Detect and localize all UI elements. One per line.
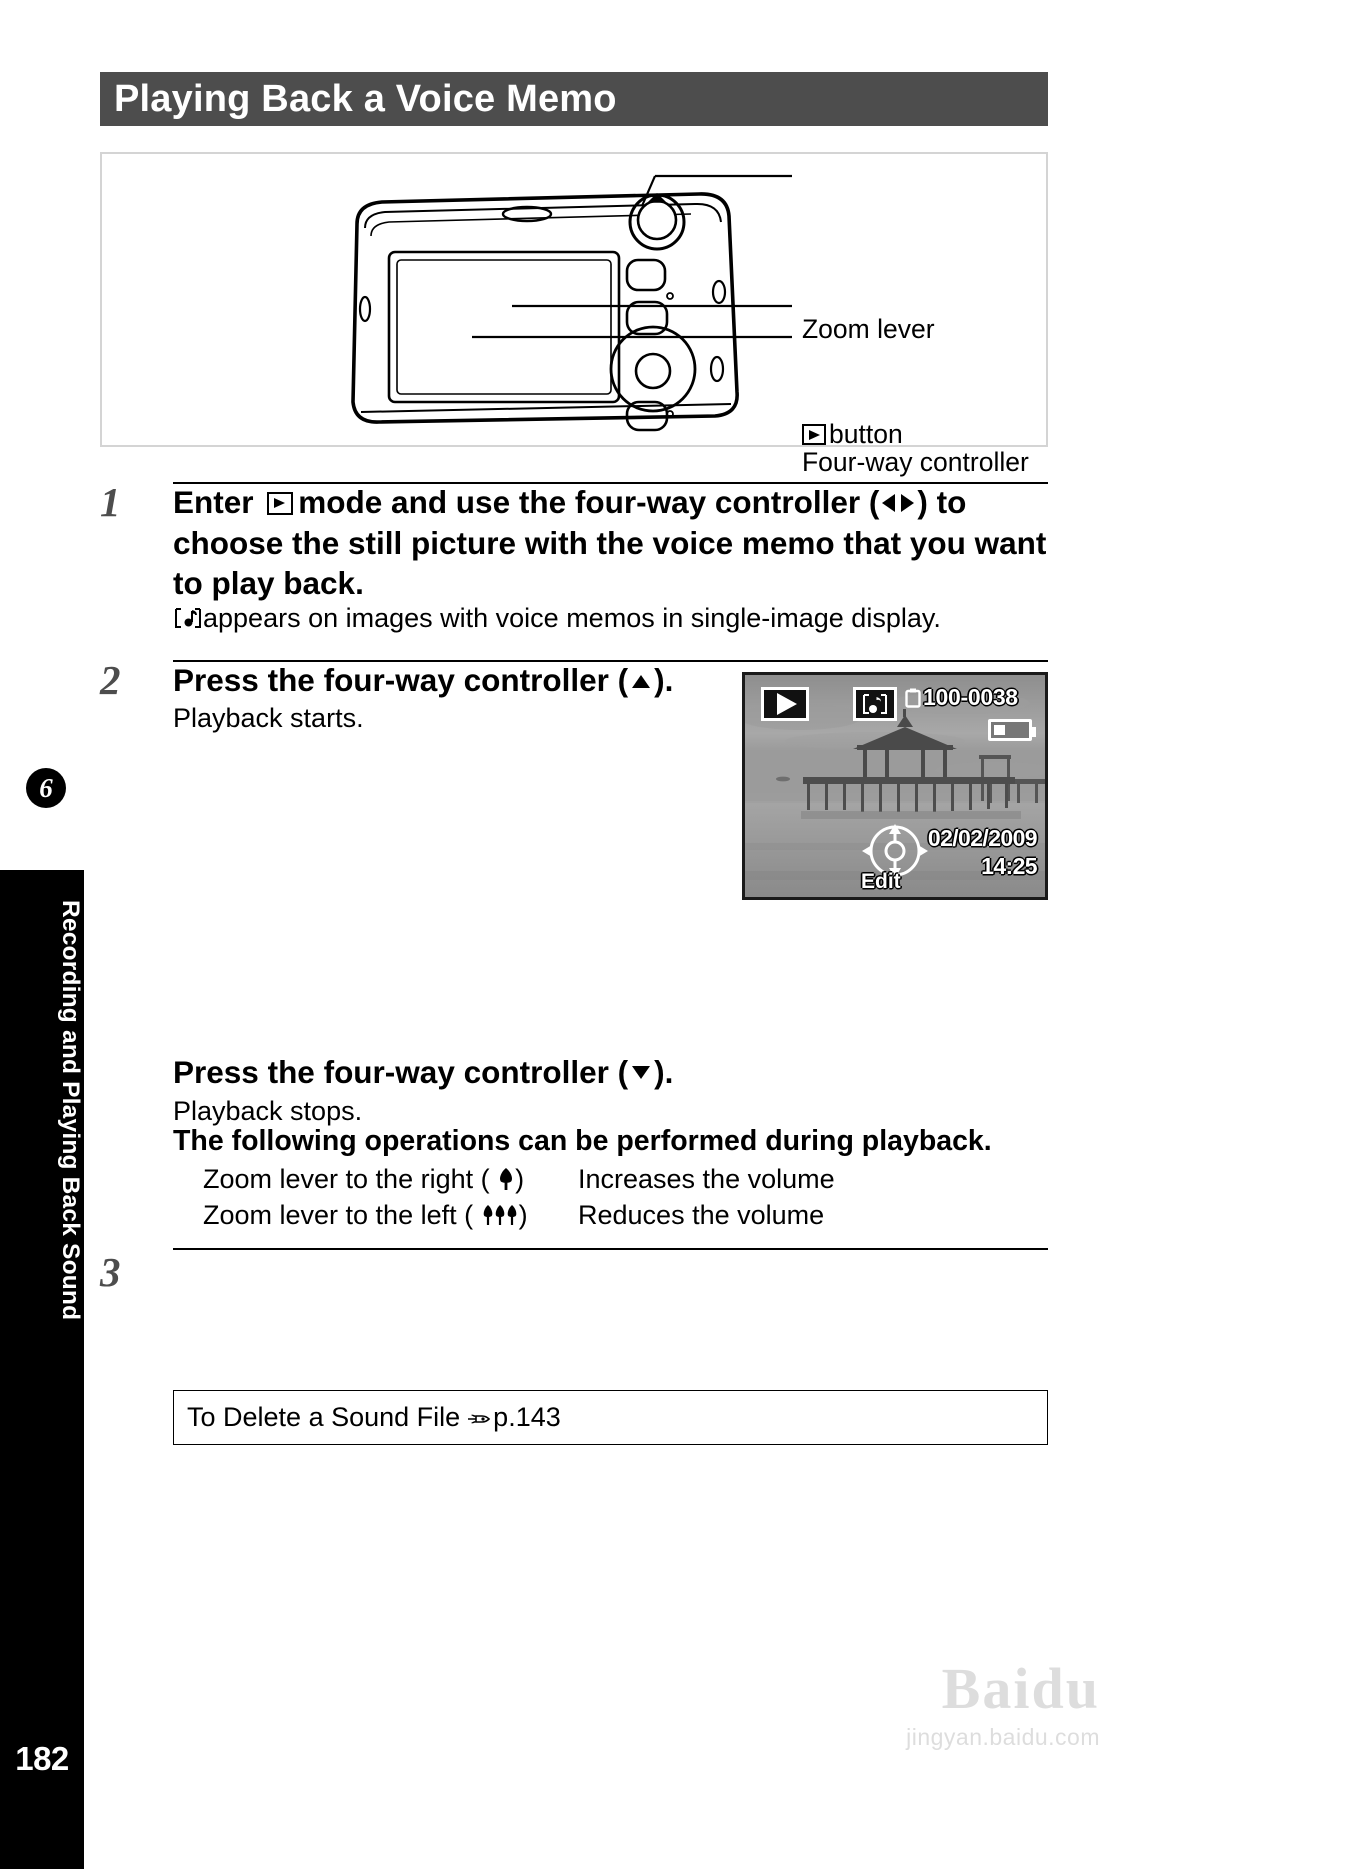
lcd-preview: 100-0038 Edit 02/02/2009 14:25 <box>742 672 1048 900</box>
battery-fill <box>994 725 1005 735</box>
up-arrow-icon <box>632 675 651 688</box>
playback-icon <box>802 424 826 445</box>
step2-text-a: Press the four-way controller ( <box>173 662 629 698</box>
camera-figure: Zoom lever button Four-way controller <box>100 152 1048 477</box>
step-3-body: Playback stops. <box>173 1096 363 1126</box>
callout-four-way-controller: Four-way controller <box>802 447 1029 477</box>
step-2-heading: Press the four-way controller (). <box>173 660 673 701</box>
chapter-number-badge: 6 <box>26 768 66 808</box>
step3-text-a: Press the four-way controller ( <box>173 1054 629 1090</box>
voice-memo-icon <box>173 604 203 630</box>
step-2-number: 2 <box>100 657 121 703</box>
callout-playback-button: button <box>802 419 903 450</box>
right-arrow-icon <box>901 494 915 512</box>
lcd-file-number-text: 100-0038 <box>923 684 1018 710</box>
step-1-heading: Enter mode and use the four-way controll… <box>173 482 1053 604</box>
op2-label-post: ) <box>518 1200 528 1230</box>
manual-page: 6 Recording and Playing Back Sound 182 P… <box>0 0 1361 1869</box>
lcd-voice-memo-icon <box>853 687 897 721</box>
page-number: 182 <box>15 1740 69 1777</box>
step2-text-b: ). <box>654 662 674 698</box>
playback-icon <box>267 492 294 515</box>
op1-label-pre: Zoom lever to the right ( <box>203 1164 490 1194</box>
callout-playback-label: button <box>829 419 903 449</box>
operation-row-1-label: Zoom lever to the right ( ) <box>203 1164 524 1195</box>
step3-rule <box>173 1248 1048 1250</box>
op2-label-pre: Zoom lever to the left ( <box>203 1200 474 1230</box>
step3-text-b: ). <box>654 1054 674 1090</box>
operation-row-2-label: Zoom lever to the left ( ) <box>203 1200 528 1231</box>
step-1-number: 1 <box>100 479 121 525</box>
wide-angle-trees-icon <box>483 1205 516 1225</box>
operations-heading: The following operations can be performe… <box>173 1125 992 1157</box>
callout-zoom-lever: Zoom lever <box>802 314 935 344</box>
operation-row-2-action: Reduces the volume <box>578 1200 825 1230</box>
chapter-title-vertical: Recording and Playing Back Sound <box>57 900 84 1321</box>
reference-text-pre: To Delete a Sound File <box>187 1402 461 1432</box>
step-1-body: appears on images with voice memos in si… <box>173 600 1053 636</box>
op1-label-post: ) <box>515 1164 525 1194</box>
lcd-edit-label: Edit <box>861 870 901 893</box>
reference-box: To Delete a Sound File p.143 <box>173 1390 1048 1445</box>
reference-text-post: p.143 <box>493 1402 561 1432</box>
watermark-sub: jingyan.baidu.com <box>906 1724 1100 1750</box>
page-title-banner: Playing Back a Voice Memo <box>100 72 1048 126</box>
operation-row-1-action: Increases the volume <box>578 1164 835 1194</box>
lcd-date: 02/02/2009 <box>927 825 1038 851</box>
left-arrow-icon <box>882 494 896 512</box>
down-arrow-icon <box>632 1066 651 1079</box>
watermark-main: Baidu <box>941 1656 1100 1721</box>
lcd-playback-icon <box>761 687 809 721</box>
lcd-time: 14:25 <box>981 853 1037 879</box>
step1-text-a: Enter <box>173 484 254 520</box>
step1-body-text: appears on images with voice memos in si… <box>203 603 941 633</box>
lcd-file-number: 100-0038 <box>905 684 1018 711</box>
page-title: Playing Back a Voice Memo <box>114 77 617 120</box>
pointing-hand-icon <box>468 1414 491 1423</box>
callout-leader-lines <box>472 174 792 339</box>
step1-text-b: mode and use the four-way controller ( <box>298 484 880 520</box>
step-3-heading: Press the four-way controller (). <box>173 1052 673 1093</box>
step-3-number: 3 <box>100 1249 121 1295</box>
baidu-watermark: Baidu jingyan.baidu.com <box>800 1655 1100 1751</box>
step-2-body: Playback starts. <box>173 703 364 733</box>
battery-icon <box>988 719 1036 741</box>
telephoto-tree-icon <box>500 1168 513 1190</box>
